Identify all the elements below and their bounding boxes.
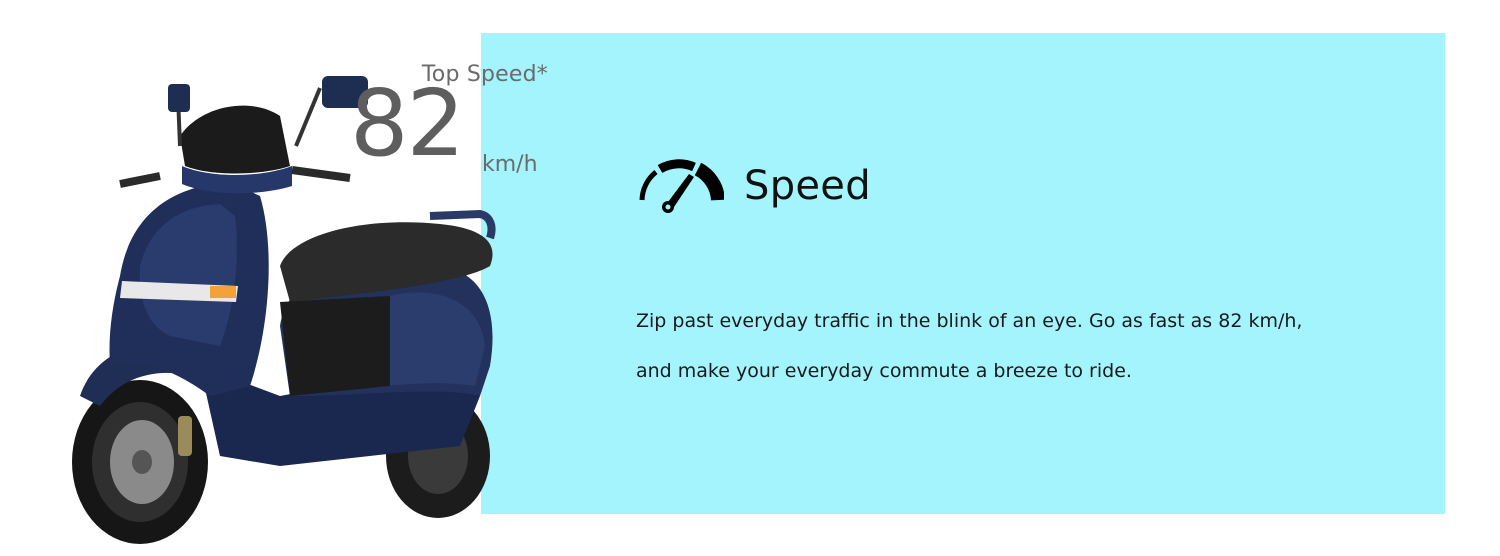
top-speed-unit: km/h xyxy=(482,152,538,177)
feature-section: Top Speed* 82 km/h Speed Zip past everyd… xyxy=(0,0,1500,556)
feature-description: Zip past everyday traffic in the blink o… xyxy=(636,284,1396,409)
front-wheel xyxy=(72,380,208,544)
top-speed-value: 82 xyxy=(350,70,465,177)
feature-title: Speed xyxy=(744,163,871,209)
feature-heading: Speed xyxy=(634,156,871,216)
speedometer-icon xyxy=(639,159,724,213)
feature-description-line-2: and make your everyday commute a breeze … xyxy=(636,360,1132,382)
feature-description-line-1: Zip past everyday traffic in the blink o… xyxy=(636,310,1303,332)
top-speed-stat: Top Speed* 82 km/h xyxy=(340,62,570,202)
feature-background-panel xyxy=(481,33,1445,514)
